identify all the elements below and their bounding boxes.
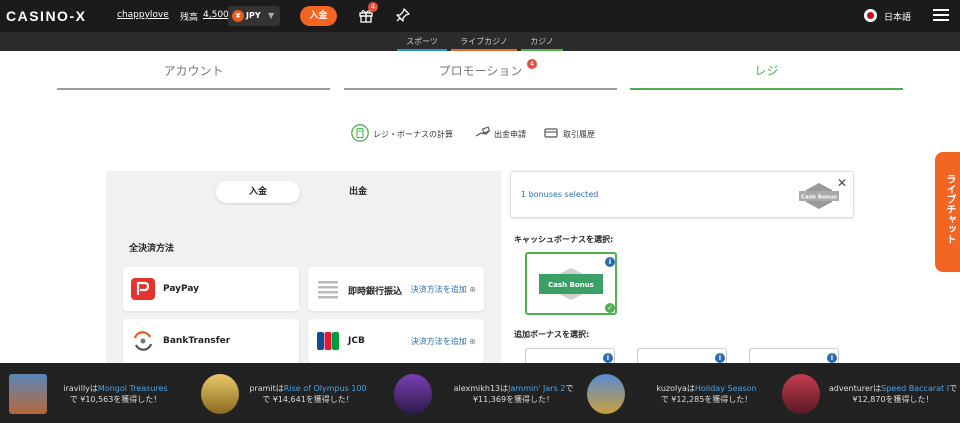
gift-badge: 4 [368,2,378,12]
balance-value[interactable]: 4,500 [203,10,229,20]
japan-flag-icon[interactable] [864,9,877,22]
pin-icon[interactable] [395,7,411,23]
add-payment-method-link[interactable]: 決済方法を追加 [411,284,476,295]
game-thumbnail [394,374,432,414]
receipt-icon [544,128,558,138]
toggle-withdraw[interactable]: 出金 [316,181,400,203]
check-icon: ✓ [605,303,615,313]
username-link[interactable]: chappylove [117,10,169,20]
payment-method-banktransfer[interactable]: BankTransfer [123,319,299,363]
payment-method-paypay[interactable]: PayPay [123,267,299,311]
subnav-sports[interactable]: スポーツ [397,36,447,51]
subnav-live-casino[interactable]: ライブカジノ [451,36,517,51]
live-chat-button[interactable]: ライブチャット [935,152,960,272]
cash-bonus-hex-icon: Cash Bonus [799,183,839,209]
payment-panel: 入金 出金 全決済方法 PayPay 即時銀行振込 決済方法を追加 BankTr… [106,171,501,366]
yen-coin-icon: ¥ [232,10,244,22]
winners-ticker: iravillyはMongol Treasures で ¥10,563を獲得した！… [0,363,960,423]
deposit-button[interactable]: 入金 [300,6,337,26]
tab-account[interactable]: アカウント [57,62,330,90]
tab-cashier[interactable]: レジ [630,62,903,90]
caret-down-icon: ▼ [268,11,275,20]
sub-nav: スポーツ ライブカジノ カジノ [0,32,960,51]
cash-bonus-card[interactable]: Cash Bonus i ✓ [525,252,617,315]
info-icon[interactable]: i [715,353,725,363]
svg-text:Cash Bonus: Cash Bonus [801,195,838,201]
balance-label: 残高 [180,13,199,23]
currency-code: JPY [246,11,261,20]
tab-promotion[interactable]: プロモーション [344,62,617,90]
toggle-deposit[interactable]: 入金 [216,181,300,203]
game-thumbnail [201,374,239,414]
top-bar: CASINO-X chappylove 残高 4,500 ¥ JPY ▼ 入金 … [0,0,960,32]
extra-bonus-label: 追加ボーナスを選択: [514,330,590,339]
info-icon[interactable]: i [605,257,615,267]
bank-transfer-arrows-icon [133,331,153,351]
game-thumbnail [782,374,820,414]
info-icon[interactable]: i [827,353,837,363]
hamburger-menu-icon[interactable] [933,9,949,22]
bank-transfer-lines-icon [318,281,338,299]
game-thumbnail [587,374,625,414]
deposit-withdraw-toggle: 入金 出金 [216,181,402,203]
payment-method-jcb[interactable]: JCB 決済方法を追加 [308,319,484,363]
hand-money-icon [475,126,491,137]
game-thumbnail [9,374,47,414]
calculator-icon [351,124,369,142]
currency-select[interactable]: ¥ JPY ▼ [228,6,280,26]
add-payment-method-link[interactable]: 決済方法を追加 [411,336,476,347]
subnav-casino[interactable]: カジノ [521,36,563,51]
jcb-logo-icon [317,332,339,350]
promotion-badge: 4 [527,59,537,69]
cash-bonus-label: キャッシュボーナスを選択: [514,235,614,244]
svg-text:Cash Bonus: Cash Bonus [548,281,594,289]
cash-bonus-tag-icon: Cash Bonus [539,268,603,300]
payment-section-title: 全決済方法 [129,244,175,254]
selected-bonus-summary: 1 bonuses selected Cash Bonus ✕ [510,171,854,218]
payment-method-bank-instant[interactable]: 即時銀行振込 決済方法を追加 [308,267,484,311]
close-icon[interactable]: ✕ [835,176,849,190]
info-icon[interactable]: i [603,353,613,363]
paypay-logo-icon [131,278,155,300]
bonuses-selected-text: 1 bonuses selected [521,190,599,199]
site-logo[interactable]: CASINO-X [6,8,86,24]
language-select[interactable]: 日本語 [884,10,911,23]
